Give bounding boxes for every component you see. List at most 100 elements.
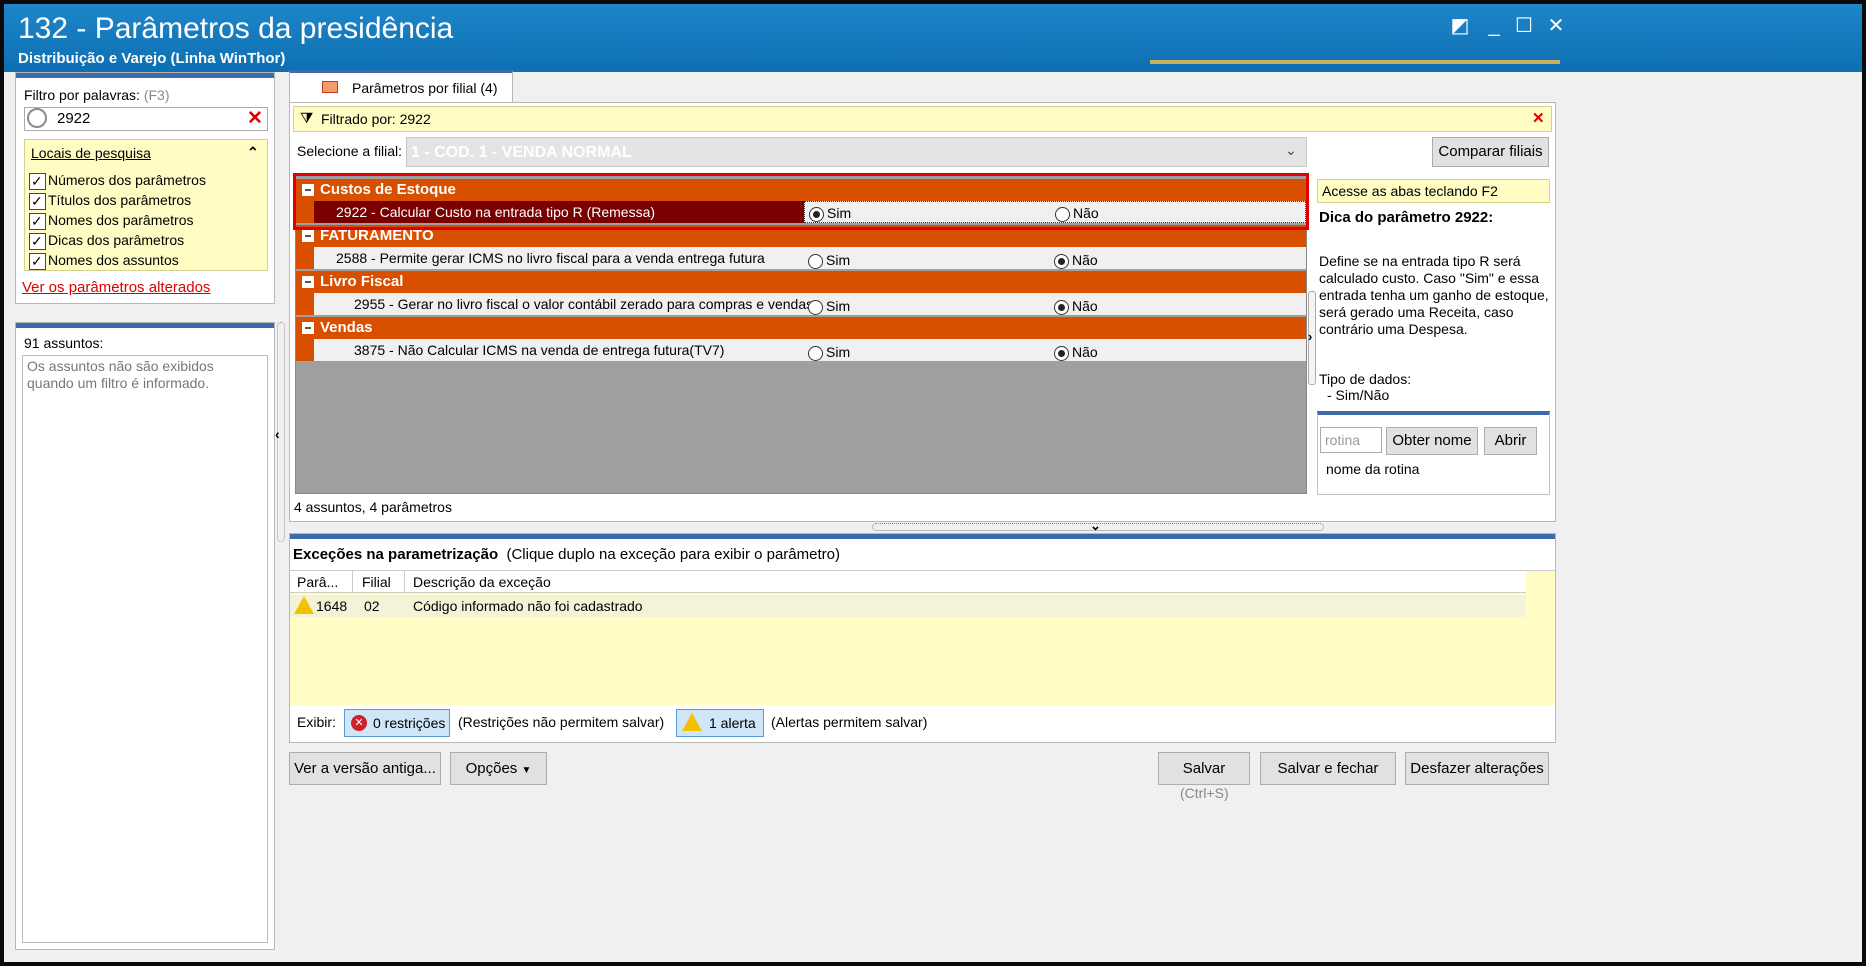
radio-sim-2588[interactable]: Sim bbox=[808, 249, 850, 271]
parameters-panel: ⧩ Filtrado por: 2922 ✕ Selecione a filia… bbox=[289, 102, 1556, 522]
option-parameter-titles[interactable]: Títulos dos parâmetros bbox=[29, 190, 206, 211]
collapse-chevron-icon[interactable]: ⌃ bbox=[247, 144, 259, 161]
col-branch-header[interactable]: Filial bbox=[362, 571, 391, 593]
group-header-livro-fiscal[interactable]: Livro Fiscal bbox=[296, 271, 1306, 293]
dropdown-arrow-icon: ▼ bbox=[521, 765, 532, 776]
radio-icon[interactable] bbox=[808, 345, 823, 361]
option-parameter-names[interactable]: Nomes dos parâmetros bbox=[29, 210, 206, 231]
title-bar: 132 - Parâmetros da presidência Distribu… bbox=[4, 4, 1862, 72]
get-name-button[interactable]: Obter nome bbox=[1386, 427, 1478, 455]
routine-input[interactable]: rotina bbox=[1320, 427, 1382, 453]
options-button[interactable]: Opções ▼ bbox=[450, 752, 547, 785]
save-and-close-button[interactable]: Salvar e fechar bbox=[1260, 752, 1396, 785]
col-divider bbox=[352, 571, 353, 593]
alerts-toggle-button[interactable]: 1 alerta bbox=[676, 709, 764, 737]
col-description-header[interactable]: Descrição da exceção bbox=[413, 571, 551, 593]
exception-param: 1648 bbox=[316, 598, 348, 614]
radio-nao-2588[interactable]: Não bbox=[1054, 249, 1098, 271]
checkbox-icon[interactable] bbox=[29, 171, 46, 191]
collapse-group-icon[interactable] bbox=[302, 322, 314, 335]
col-param-header[interactable]: Parâ... bbox=[297, 571, 338, 593]
minimize-button[interactable]: _ bbox=[1480, 14, 1508, 38]
checkbox-icon[interactable] bbox=[29, 231, 46, 251]
checkbox-icon[interactable] bbox=[29, 191, 46, 211]
checkbox-icon[interactable] bbox=[29, 251, 46, 271]
subjects-panel: 91 assuntos: Os assuntos não são exibido… bbox=[15, 322, 275, 950]
subjects-list: Os assuntos não são exibidos quando um f… bbox=[22, 355, 268, 943]
radio-icon[interactable] bbox=[1054, 345, 1069, 361]
save-button[interactable]: Salvar bbox=[1158, 752, 1250, 785]
parameter-row-3875[interactable]: 3875 - Não Calcular ICMS na venda de ent… bbox=[314, 339, 1306, 361]
undo-changes-button[interactable]: Desfazer alterações bbox=[1405, 752, 1549, 785]
alerts-label: 1 alerta bbox=[709, 715, 756, 731]
parameter-label-2955: 2955 - Gerar no livro fiscal o valor con… bbox=[354, 296, 814, 312]
tab-parameters-by-branch[interactable]: Parâmetros por filial (4) bbox=[289, 70, 513, 103]
radio-sim-2955[interactable]: Sim bbox=[808, 295, 850, 317]
radio-nao-2955[interactable]: Não bbox=[1054, 295, 1098, 317]
access-tabs-hint: Acesse as abas teclando F2 bbox=[1317, 179, 1550, 203]
collapse-left-chevron-icon[interactable]: ‹ bbox=[275, 426, 280, 442]
tab-label: Parâmetros por filial (4) bbox=[352, 80, 498, 96]
filter-shortcut: (F3) bbox=[143, 87, 170, 103]
branch-select[interactable]: 1 - COD. 1 - VENDA NORMAL ⌄ bbox=[406, 137, 1307, 167]
options-label: Opções bbox=[465, 760, 518, 777]
clear-filtered-icon[interactable]: ✕ bbox=[1532, 109, 1545, 127]
compare-branches-button[interactable]: Comparar filiais bbox=[1432, 137, 1549, 167]
exception-row[interactable]: 1648 02 Código informado não foi cadastr… bbox=[290, 595, 1526, 617]
restore-layout-icon[interactable]: ◩ bbox=[1446, 14, 1474, 38]
exception-description: Código informado não foi cadastrado bbox=[413, 598, 643, 614]
changed-parameters-link[interactable]: Ver os parâmetros alterados bbox=[22, 279, 210, 296]
search-locations-box: Locais de pesquisa ⌃ Números dos parâmet… bbox=[24, 139, 268, 271]
restrictions-note: (Restrições não permitem salvar) bbox=[458, 714, 665, 730]
filter-label-row: Filtro por palavras: (F3) bbox=[24, 87, 170, 103]
filtered-label: Filtrado por: 2922 bbox=[321, 111, 431, 127]
save-shortcut: (Ctrl+S) bbox=[1180, 785, 1229, 801]
group-header-vendas[interactable]: Vendas bbox=[296, 317, 1306, 339]
exception-branch: 02 bbox=[364, 598, 380, 614]
option-parameter-numbers[interactable]: Números dos parâmetros bbox=[29, 170, 206, 191]
radio-icon[interactable] bbox=[808, 253, 823, 269]
grid-summary: 4 assuntos, 4 parâmetros bbox=[294, 499, 452, 515]
routine-box: rotina Obter nome Abrir nome da rotina bbox=[1317, 411, 1550, 495]
open-routine-button[interactable]: Abrir bbox=[1484, 427, 1537, 455]
radio-icon[interactable] bbox=[1054, 253, 1069, 269]
radio-icon[interactable] bbox=[1054, 299, 1069, 315]
expand-right-chevron-icon[interactable]: › bbox=[1308, 329, 1312, 344]
collapse-group-icon[interactable] bbox=[302, 230, 314, 243]
radio-icon[interactable] bbox=[808, 299, 823, 315]
folder-icon bbox=[322, 81, 338, 93]
panel-bar bbox=[16, 323, 274, 328]
restrictions-toggle-button[interactable]: ✕ 0 restrições bbox=[344, 709, 450, 737]
radio-sim-3875[interactable]: Sim bbox=[808, 341, 850, 363]
search-locations-title[interactable]: Locais de pesquisa bbox=[31, 145, 151, 161]
collapse-down-chevron-icon[interactable]: ⌄ bbox=[1090, 518, 1101, 534]
parameter-row-2588[interactable]: 2588 - Permite gerar ICMS no livro fisca… bbox=[314, 247, 1306, 269]
exceptions-title: Exceções na parametrização bbox=[293, 546, 499, 563]
warning-icon bbox=[682, 713, 702, 731]
old-version-button[interactable]: Ver a versão antiga... bbox=[289, 752, 441, 785]
maximize-button[interactable]: ☐ bbox=[1510, 14, 1538, 38]
warning-icon bbox=[294, 596, 314, 614]
search-options-list: Números dos parâmetros Títulos dos parâm… bbox=[29, 170, 206, 271]
filter-panel: Filtro por palavras: (F3) 2922 ✕ Locais … bbox=[15, 72, 275, 304]
funnel-icon: ⧩ bbox=[300, 110, 314, 127]
parameter-row-2955[interactable]: 2955 - Gerar no livro fiscal o valor con… bbox=[314, 293, 1306, 315]
panel-bar bbox=[290, 534, 1555, 539]
filter-input[interactable]: 2922 ✕ bbox=[24, 107, 268, 131]
close-button[interactable]: ✕ bbox=[1542, 14, 1570, 38]
clear-filter-icon[interactable]: ✕ bbox=[247, 107, 263, 130]
data-type-label: Tipo de dados: bbox=[1319, 371, 1412, 387]
radio-nao-3875[interactable]: Não bbox=[1054, 341, 1098, 363]
parameter-label-3875: 3875 - Não Calcular ICMS na venda de ent… bbox=[354, 342, 725, 358]
checkbox-icon[interactable] bbox=[29, 211, 46, 231]
chevron-down-icon: ⌄ bbox=[1285, 142, 1297, 158]
show-label: Exibir: bbox=[297, 714, 336, 730]
subjects-note: Os assuntos não são exibidos quando um f… bbox=[27, 358, 214, 391]
collapse-group-icon[interactable] bbox=[302, 276, 314, 289]
highlight-outline bbox=[293, 173, 1309, 230]
title-accent-line bbox=[1150, 60, 1560, 64]
alerts-note: (Alertas permitem salvar) bbox=[771, 714, 928, 730]
option-subject-names[interactable]: Nomes dos assuntos bbox=[29, 250, 206, 271]
parameter-label-2588: 2588 - Permite gerar ICMS no livro fisca… bbox=[336, 250, 765, 266]
option-parameter-hints[interactable]: Dicas dos parâmetros bbox=[29, 230, 206, 251]
